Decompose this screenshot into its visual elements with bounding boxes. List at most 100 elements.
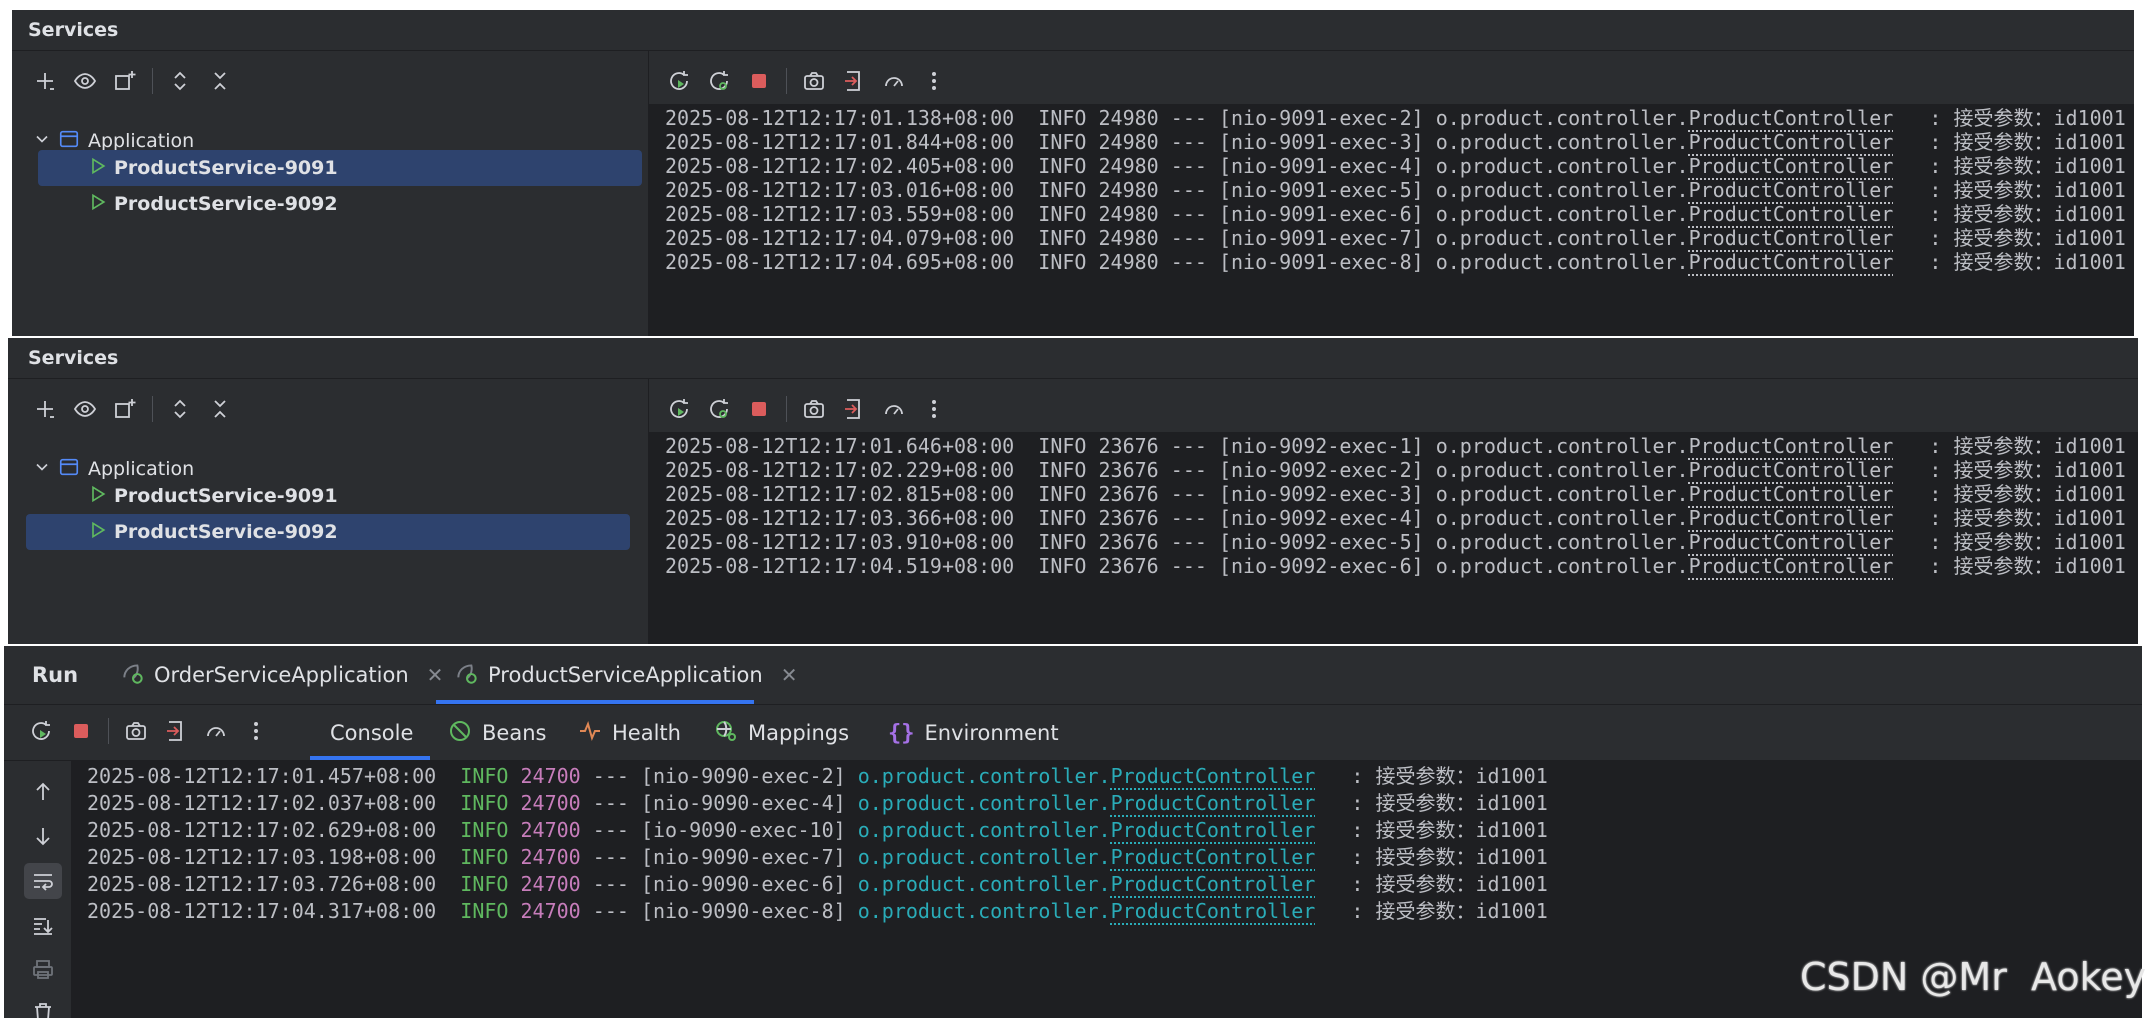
profiler-icon[interactable]	[877, 392, 911, 426]
log-thread: [nio-9090-exec-4]	[640, 791, 846, 815]
tree-item-productservice-9091[interactable]: ProductService-9091	[88, 479, 338, 513]
log-colon: :	[1929, 554, 1942, 578]
tab-mappings[interactable]: Mappings	[714, 706, 849, 760]
log-separator: ---	[592, 845, 629, 869]
log-logger-class-link[interactable]: ProductController	[1689, 250, 1894, 274]
more-icon[interactable]	[917, 64, 951, 98]
log-separator: ---	[1170, 250, 1207, 274]
log-logger-class-link[interactable]: ProductController	[1111, 818, 1316, 842]
run-icon	[88, 484, 114, 509]
soft-wrap-icon	[26, 864, 60, 898]
close-icon[interactable]: ✕	[427, 663, 444, 687]
run-icon	[88, 520, 114, 545]
log-separator: ---	[592, 818, 629, 842]
rerun-icon[interactable]	[662, 64, 696, 98]
more-icon[interactable]	[917, 392, 951, 426]
log-separator: ---	[1170, 554, 1207, 578]
log-level: INFO	[460, 899, 509, 923]
stop-icon[interactable]	[64, 714, 98, 748]
scroll-to-end-icon[interactable]	[26, 909, 60, 943]
expand-all-icon[interactable]	[163, 64, 197, 98]
spring-boot-run-icon	[120, 660, 146, 691]
camera-icon[interactable]	[119, 714, 153, 748]
chevron-down-icon[interactable]	[32, 457, 58, 482]
console-output[interactable]: 2025-08-12T12:17:01.646+08:00 INFO 23676…	[649, 432, 2138, 644]
log-colon: :	[1351, 791, 1364, 815]
log-level: INFO	[460, 845, 509, 869]
log-logger-class-link[interactable]: ProductController	[1111, 791, 1316, 815]
trash-icon[interactable]	[26, 995, 60, 1018]
log-line[interactable]: 2025-08-12T12:17:04.519+08:00 INFO 23676…	[665, 550, 2126, 583]
close-icon[interactable]: ✕	[781, 663, 798, 687]
tab-environment[interactable]: {} Environment	[888, 706, 1059, 760]
more-icon[interactable]	[239, 714, 273, 748]
exit-icon[interactable]	[837, 392, 871, 426]
tab-console[interactable]: Console	[330, 706, 413, 760]
log-timestamp: 2025-08-12T12:17:02.629+08:00	[87, 818, 437, 842]
camera-icon[interactable]	[797, 392, 831, 426]
arrow-up-icon[interactable]	[26, 775, 60, 809]
exit-icon[interactable]	[837, 64, 871, 98]
log-logger-package: o.product.controller.	[857, 791, 1111, 815]
log-line[interactable]: 2025-08-12T12:17:04.317+08:00 INFO 24700…	[87, 895, 1548, 928]
tree-item-label: ProductService-9092	[114, 521, 338, 543]
log-message: 接受参数：id1001	[1953, 554, 2126, 578]
new-group-icon[interactable]	[108, 64, 142, 98]
collapse-all-icon[interactable]	[203, 392, 237, 426]
collapse-all-icon[interactable]	[203, 64, 237, 98]
tab-orderserviceapplication[interactable]: OrderServiceApplication ✕	[120, 646, 443, 704]
log-message: 接受参数：id1001	[1375, 791, 1548, 815]
tree-item-productservice-9092[interactable]: ProductService-9092	[88, 515, 338, 549]
mappings-icon	[714, 719, 738, 748]
console-output[interactable]: 2025-08-12T12:17:01.138+08:00 INFO 24980…	[649, 104, 2134, 336]
log-logger-class-link[interactable]: ProductController	[1689, 554, 1894, 578]
log-pid: 24700	[520, 845, 581, 869]
subtab-label: Mappings	[748, 721, 850, 745]
tab-beans[interactable]: Beans	[448, 706, 546, 760]
tree-group-label: Application	[88, 130, 195, 152]
eye-icon[interactable]	[68, 64, 102, 98]
tree-item-label: ProductService-9091	[114, 157, 338, 179]
expand-all-icon[interactable]	[163, 392, 197, 426]
log-separator: ---	[592, 872, 629, 896]
stop-icon[interactable]	[742, 64, 776, 98]
tree-item-productservice-9091[interactable]: ProductService-9091	[88, 151, 338, 185]
profiler-icon[interactable]	[199, 714, 233, 748]
exit-icon[interactable]	[159, 714, 193, 748]
log-pid: 23676	[1098, 554, 1159, 578]
run-toolbar	[24, 714, 273, 748]
rerun-icon[interactable]	[662, 392, 696, 426]
rerun-icon[interactable]	[24, 714, 58, 748]
stop-icon[interactable]	[742, 392, 776, 426]
log-logger-class-link[interactable]: ProductController	[1111, 764, 1316, 788]
toolbar-separator	[786, 68, 787, 94]
rerun-debug-icon[interactable]	[702, 64, 736, 98]
log-colon: :	[1351, 845, 1364, 869]
print-icon[interactable]	[26, 953, 60, 987]
tab-health[interactable]: Health	[578, 706, 681, 760]
log-timestamp: 2025-08-12T12:17:04.519+08:00	[665, 554, 1015, 578]
arrow-down-icon[interactable]	[26, 819, 60, 853]
log-message: 接受参数：id1001	[1375, 845, 1548, 869]
log-colon: :	[1351, 764, 1364, 788]
eye-icon[interactable]	[68, 392, 102, 426]
log-logger-package: o.product.controller.	[1435, 554, 1689, 578]
log-pid: 24700	[520, 818, 581, 842]
log-logger-package: o.product.controller.	[857, 764, 1111, 788]
new-group-icon[interactable]	[108, 392, 142, 426]
tab-productserviceapplication[interactable]: ProductServiceApplication ✕	[454, 646, 797, 704]
camera-icon[interactable]	[797, 64, 831, 98]
tree-item-label: ProductService-9091	[114, 485, 338, 507]
log-colon: :	[1351, 872, 1364, 896]
log-timestamp: 2025-08-12T12:17:02.037+08:00	[87, 791, 437, 815]
rerun-debug-icon[interactable]	[702, 392, 736, 426]
soft-wrap-toggle[interactable]	[24, 863, 62, 899]
log-logger-class-link[interactable]: ProductController	[1111, 899, 1316, 923]
tree-item-productservice-9092[interactable]: ProductService-9092	[88, 187, 338, 221]
profiler-icon[interactable]	[877, 64, 911, 98]
add-icon[interactable]	[28, 392, 62, 426]
log-logger-class-link[interactable]: ProductController	[1111, 845, 1316, 869]
log-line[interactable]: 2025-08-12T12:17:04.695+08:00 INFO 24980…	[665, 246, 2126, 279]
log-logger-class-link[interactable]: ProductController	[1111, 872, 1316, 896]
add-icon[interactable]	[28, 64, 62, 98]
